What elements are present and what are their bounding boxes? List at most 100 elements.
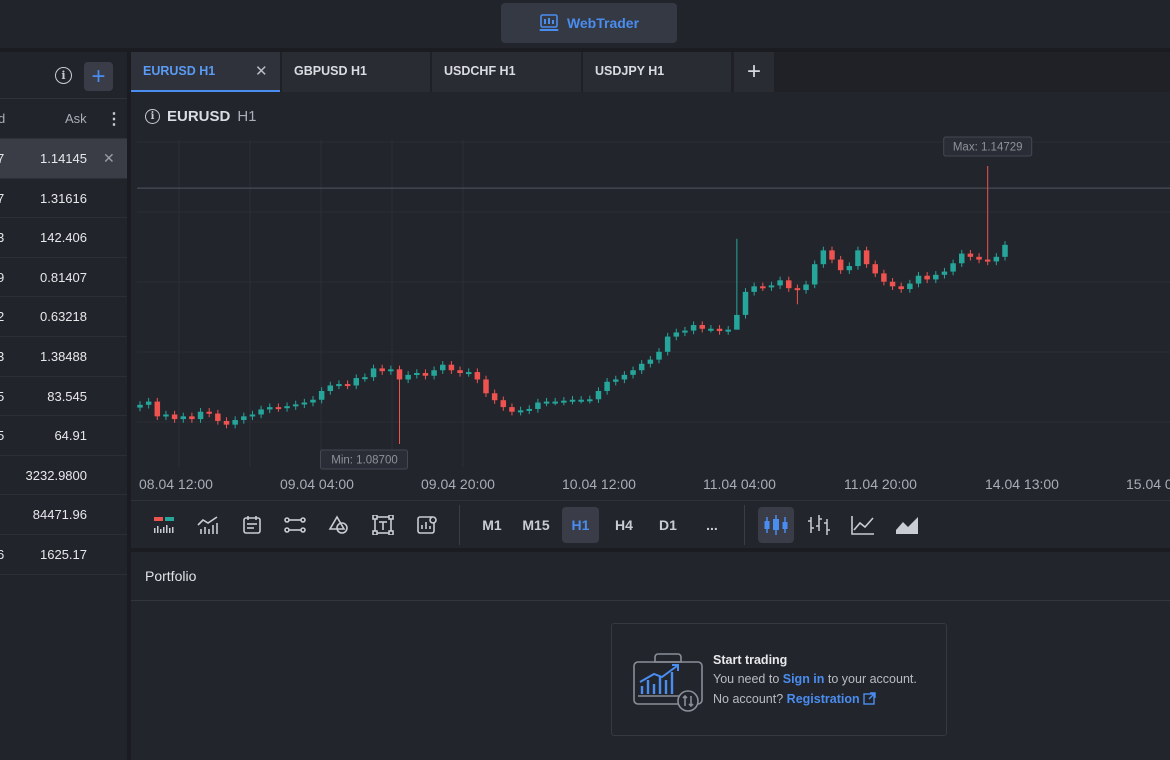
ask-value: 142.406 [40, 230, 87, 246]
close-tab-icon[interactable]: ✕ [255, 62, 268, 80]
candle-body [465, 372, 472, 375]
candle-body [405, 374, 411, 380]
ask-value: 0.81407 [40, 269, 87, 285]
watchlist-row[interactable]: 7 1.31616 [0, 179, 127, 219]
indicators-icon[interactable] [190, 507, 226, 543]
timeframe-d1[interactable]: D1 [650, 507, 686, 543]
candle-body [267, 407, 273, 410]
candle-body [716, 328, 723, 332]
tab-usdjpy[interactable]: USDJPY H1 [583, 52, 731, 92]
candle-body [855, 250, 861, 267]
more-options-icon[interactable]: ⋮ [106, 109, 122, 129]
watchlist-row[interactable]: 5 64.91 [0, 416, 127, 456]
candle-body [803, 284, 809, 291]
info-icon[interactable]: i [55, 67, 72, 84]
candle-body [396, 369, 403, 380]
candle-body [457, 370, 463, 374]
candle-body [145, 401, 152, 405]
watchlist-row[interactable]: 3 142.406 [0, 218, 127, 258]
add-tab-button[interactable]: + [734, 52, 774, 92]
timeframe-h4[interactable]: H4 [606, 507, 642, 543]
candle-body [621, 374, 628, 380]
candle-body [786, 280, 792, 289]
toolbar-divider [744, 505, 745, 545]
candle-body [215, 413, 221, 421]
candle-body [881, 273, 887, 282]
bid-value: . [0, 468, 1, 483]
tab-eurusd[interactable]: EURUSD H1 ✕ [131, 52, 280, 92]
candle-body [292, 404, 299, 407]
bid-value: 7 [0, 151, 5, 166]
watchlist-row[interactable]: 5 83.545 [0, 377, 127, 417]
registration-link[interactable]: Registration [787, 692, 876, 706]
candle-body [751, 286, 757, 292]
watchlist-row[interactable]: 6 1625.17 [0, 535, 127, 575]
line-chart-icon[interactable] [845, 507, 881, 543]
x-axis-tick-label: 09.04 20:00 [421, 476, 495, 492]
candle-body [959, 253, 965, 264]
watchlist-row[interactable]: 2 0.63218 [0, 297, 127, 337]
watchlist-row[interactable]: . 84471.96 [0, 495, 127, 535]
candle-body [440, 364, 446, 371]
candle-body [898, 286, 904, 290]
bid-value: 9 [0, 269, 5, 285]
tab-gbpusd[interactable]: GBPUSD H1 [282, 52, 430, 92]
registration-prefix: No account? [713, 692, 787, 706]
chart-panel[interactable]: Max: 1.14729 Min: 1.08700 08.04 12:00 09.04… [131, 92, 1170, 500]
tab-label: GBPUSD H1 [294, 64, 367, 78]
candle-body [941, 271, 948, 275]
chart-info-icon[interactable]: i [145, 109, 160, 124]
ask-value: 64.91 [54, 428, 87, 444]
candle-body [284, 406, 290, 409]
bid-value: . [0, 507, 1, 522]
add-symbol-button[interactable]: + [84, 62, 113, 91]
tab-label: USDJPY H1 [595, 64, 665, 78]
ohlc-bars-icon[interactable] [801, 507, 837, 543]
candlestick-chart[interactable]: Max: 1.14729 Min: 1.08700 08.04 12:00 09.04… [131, 92, 1170, 500]
candle-body [422, 373, 429, 376]
trendline-icon[interactable] [277, 507, 313, 543]
timeframe-h1[interactable]: H1 [562, 507, 599, 543]
candlestick-icon[interactable] [758, 507, 794, 543]
watchlist-row[interactable]: 9 0.81407 [0, 258, 127, 298]
candle-body [569, 399, 576, 402]
candle-body [604, 381, 610, 391]
more-timeframes-button[interactable]: ... [694, 507, 730, 543]
text-tool-icon[interactable] [365, 507, 401, 543]
candle-body [656, 351, 662, 360]
candle-body [362, 377, 368, 380]
sign-in-link[interactable]: Sign in [783, 672, 825, 686]
candle-body [578, 399, 584, 402]
area-chart-icon[interactable] [889, 507, 925, 543]
ask-column-header: Ask [65, 111, 87, 126]
candle-body [587, 399, 593, 402]
candle-body [379, 368, 385, 372]
candle-body [431, 370, 437, 376]
candle-body [613, 379, 619, 382]
candle-body [163, 414, 169, 417]
ask-value: 84471.96 [32, 507, 87, 523]
chart-settings-icon[interactable] [409, 507, 445, 543]
candle-body [275, 407, 282, 410]
webtrader-button[interactable]: WebTrader [501, 3, 677, 43]
candle-body [647, 359, 654, 364]
candle-body [708, 328, 714, 331]
watchlist-row[interactable]: 7 1.14145 ✕ [0, 139, 127, 179]
candle-body [837, 259, 844, 271]
tab-usdchf[interactable]: USDCHF H1 [432, 52, 581, 92]
ask-value: 1.14145 [40, 151, 87, 166]
remove-symbol-icon[interactable]: ✕ [103, 150, 115, 167]
timeframe-m15[interactable]: M15 [518, 507, 554, 543]
candle-body [336, 384, 342, 387]
candle-body [950, 263, 956, 272]
candle-body [388, 369, 394, 372]
watchlist-row[interactable]: . 3232.9800 [0, 456, 127, 496]
timeframe-m1[interactable]: M1 [474, 507, 510, 543]
candle-body [241, 416, 247, 421]
calendar-icon[interactable] [234, 507, 270, 543]
bid-value: 3 [0, 348, 5, 364]
shapes-icon[interactable] [321, 507, 357, 543]
candle-body [673, 332, 680, 337]
watchlist-row[interactable]: 3 1.38488 [0, 337, 127, 377]
volume-icon[interactable] [146, 507, 182, 543]
